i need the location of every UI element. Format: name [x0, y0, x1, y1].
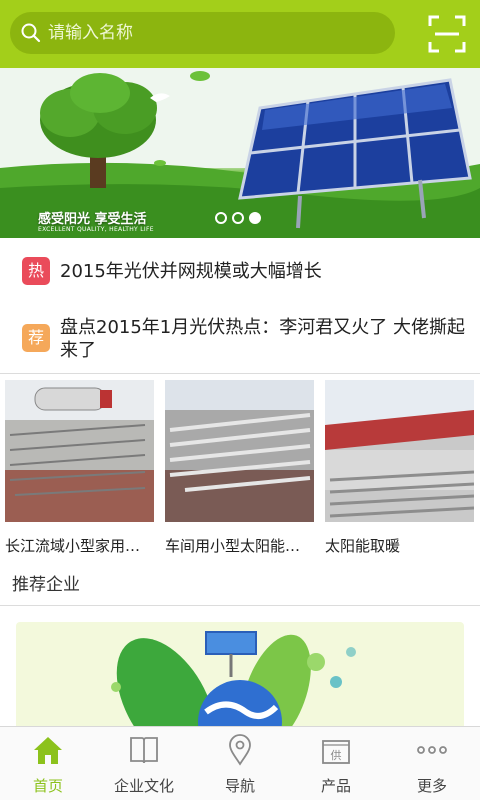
product-image	[165, 380, 314, 522]
tab-label: 企业文化	[113, 777, 174, 795]
company-banner-image	[111, 631, 356, 732]
section-title-recommended-companies: 推荐企业	[12, 575, 80, 595]
tab-more[interactable]: 更多	[384, 727, 480, 800]
banner-slogan: 感受阳光 享受生活	[38, 212, 147, 227]
search-input[interactable]	[48, 23, 368, 43]
banner-carousel[interactable]: 感受阳光 享受生活 EXCELLENT QUALITY, HEALTHY LIF…	[0, 68, 480, 238]
tab-home[interactable]: 首页	[0, 727, 96, 800]
tab-label: 首页	[32, 777, 63, 795]
search-bar[interactable]	[10, 12, 395, 54]
recommend-badge: 荐	[22, 324, 50, 352]
scan-icon[interactable]	[427, 14, 467, 54]
product-caption: 太阳能取暖	[325, 537, 401, 555]
news-item-recommended[interactable]: 荐 盘点2015年1月光伏热点：李河君又火了 大佬撕起来了	[0, 312, 480, 370]
news-title: 盘点2015年1月光伏热点：李河君又火了 大佬撕起来了	[60, 317, 465, 361]
tab-label: 导航	[224, 777, 255, 795]
tab-label: 更多	[416, 777, 447, 795]
product-caption: 车间用小型太阳能热水器	[165, 537, 314, 555]
tab-products[interactable]: 供 产品	[288, 727, 384, 800]
carousel-dot[interactable]	[215, 212, 227, 224]
tab-navigation[interactable]: 导航	[192, 727, 288, 800]
product-card[interactable]: 太阳能取暖	[325, 380, 475, 556]
location-pin-icon	[229, 734, 251, 766]
news-item-hot[interactable]: 热 2015年光伏并网规模或大幅增长	[0, 252, 480, 294]
carousel-dot-active[interactable]	[249, 212, 261, 224]
supply-icon: 供	[322, 740, 350, 764]
product-card[interactable]: 车间用小型太阳能热水器	[165, 380, 314, 556]
tab-culture[interactable]: 企业文化	[96, 727, 192, 800]
tab-label: 产品	[320, 777, 351, 795]
hot-badge: 热	[22, 257, 50, 285]
carousel-dot[interactable]	[232, 212, 244, 224]
product-caption: 长江流域小型家用太阳能	[5, 537, 154, 555]
bottom-tab-bar: 首页 企业文化 导航 供 产品 更多	[0, 726, 480, 800]
more-icon	[417, 746, 447, 754]
divider	[0, 373, 480, 374]
header	[0, 0, 480, 68]
banner-slogan-english: EXCELLENT QUALITY, HEALTHY LIFE	[38, 226, 154, 233]
svg-text:供: 供	[331, 748, 342, 762]
product-card[interactable]: 长江流域小型家用太阳能	[5, 380, 154, 556]
search-icon	[21, 23, 41, 43]
divider	[0, 605, 480, 606]
carousel-indicator	[215, 212, 261, 224]
product-image	[325, 380, 475, 522]
company-banner[interactable]	[16, 622, 464, 732]
news-title: 2015年光伏并网规模或大幅增长	[60, 261, 322, 282]
book-icon	[130, 737, 158, 764]
product-image	[5, 380, 154, 522]
home-icon	[34, 737, 62, 764]
